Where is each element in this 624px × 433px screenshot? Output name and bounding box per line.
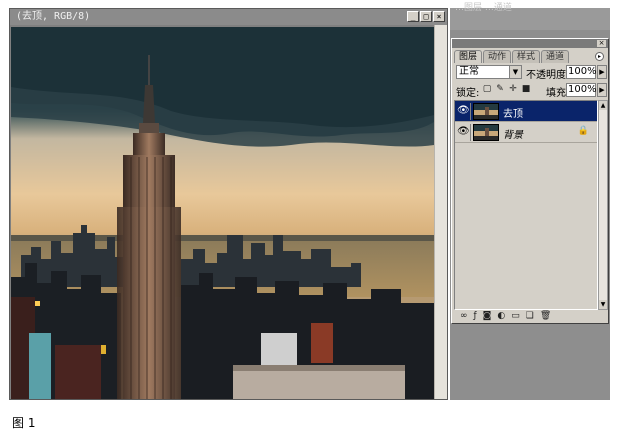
- folder-icon[interactable]: ▭: [511, 311, 520, 322]
- document-vertical-scrollbar[interactable]: [434, 25, 447, 399]
- layer-row-top[interactable]: 👁 去顶: [455, 101, 597, 122]
- opacity-slider-button[interactable]: ▶: [597, 65, 607, 79]
- fill-slider-button[interactable]: ▶: [597, 83, 607, 97]
- behind-palette-text: …图层 …通道: [455, 3, 512, 13]
- new-layer-icon[interactable]: ❏: [526, 311, 534, 322]
- close-button[interactable]: ×: [433, 11, 445, 22]
- tab-styles[interactable]: 样式: [512, 50, 541, 63]
- palette-titlebar[interactable]: ×: [452, 39, 608, 48]
- palette-tabs: 图层 动作 样式 通道: [454, 50, 570, 63]
- tab-layers[interactable]: 图层: [454, 50, 483, 63]
- opacity-label: 不透明度:: [526, 70, 570, 81]
- document-titlebar[interactable]: (去顶, RGB/8) _ □ ×: [10, 9, 447, 25]
- palette-bottom-toolbar: ∞ ƒ ◙ ◐ ▭ ❏ 🗑: [454, 311, 612, 322]
- minimize-button[interactable]: _: [407, 11, 419, 22]
- palette-close-icon[interactable]: ×: [597, 40, 606, 47]
- document-window[interactable]: (去顶, RGB/8) _ □ ×: [9, 8, 448, 400]
- layer-thumbnail: [473, 124, 499, 141]
- layer-name: 背景: [503, 130, 523, 141]
- image-canvas[interactable]: [11, 27, 434, 399]
- mask-icon[interactable]: ◙: [483, 311, 492, 322]
- blend-mode-value: 正常: [459, 66, 479, 77]
- scroll-down-icon[interactable]: ▼: [599, 300, 607, 309]
- lock-paint-icon[interactable]: ✎: [495, 84, 505, 94]
- layer-name: 去顶: [503, 109, 523, 120]
- layers-palette[interactable]: × 图层 动作 样式 通道 ▸ 正常 ▼ 不透明度: 100% ▶ 锁定: ▢ …: [451, 38, 609, 324]
- fill-input[interactable]: 100%: [566, 83, 597, 97]
- tab-actions[interactable]: 动作: [483, 50, 512, 63]
- chevron-down-icon: ▼: [509, 66, 521, 78]
- adjustment-icon[interactable]: ◐: [497, 311, 505, 322]
- lock-icon: 🔒: [577, 126, 589, 136]
- city-photo: [11, 27, 434, 399]
- fx-icon[interactable]: ƒ: [474, 311, 477, 322]
- layer-link-cell[interactable]: [470, 103, 471, 120]
- maximize-button[interactable]: □: [420, 11, 432, 22]
- eye-icon[interactable]: 👁: [457, 126, 470, 138]
- link-icon[interactable]: ∞: [460, 311, 468, 322]
- layers-scrollbar[interactable]: ▲ ▼: [598, 100, 608, 310]
- layers-list[interactable]: 👁 去顶 👁 背景 🔒: [454, 100, 598, 310]
- eye-icon[interactable]: 👁: [457, 105, 470, 117]
- palette-menu-icon[interactable]: ▸: [595, 52, 604, 61]
- opacity-input[interactable]: 100%: [566, 65, 597, 79]
- blend-mode-select[interactable]: 正常 ▼: [456, 65, 522, 79]
- layer-link-cell[interactable]: [470, 124, 471, 141]
- tab-channels[interactable]: 通道: [541, 50, 570, 63]
- lock-transparency-icon[interactable]: ▢: [482, 84, 492, 94]
- lock-move-icon[interactable]: ✛: [508, 84, 518, 94]
- trash-icon[interactable]: 🗑: [540, 311, 551, 322]
- lock-all-icon[interactable]: ■: [521, 84, 531, 94]
- layer-thumbnail: [473, 103, 499, 120]
- scroll-up-icon[interactable]: ▲: [599, 101, 607, 110]
- document-title: (去顶, RGB/8): [16, 11, 91, 22]
- figure-caption: 图 1: [12, 416, 36, 430]
- lock-label: 锁定:: [456, 88, 480, 99]
- layer-row-background[interactable]: 👁 背景 🔒: [455, 122, 597, 143]
